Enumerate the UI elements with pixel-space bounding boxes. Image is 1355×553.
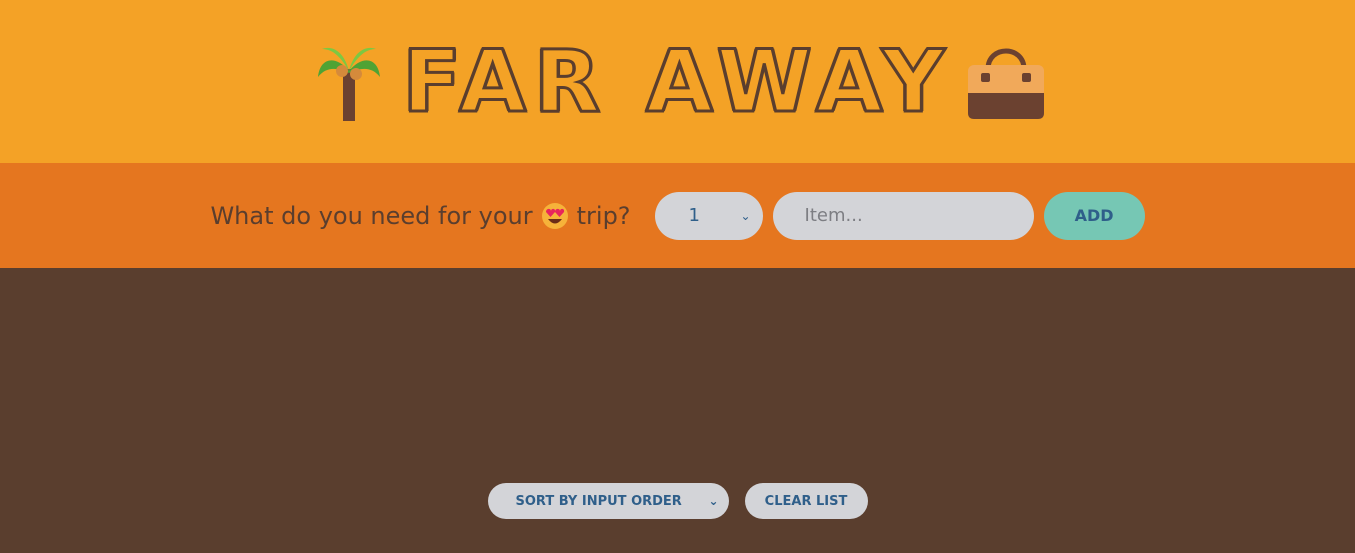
sort-select[interactable]: SORT BY INPUT ORDER ⌄: [487, 483, 729, 519]
clear-list-button[interactable]: CLEAR LIST: [744, 483, 868, 519]
packing-list: [0, 268, 1355, 468]
add-button[interactable]: ADD: [1043, 191, 1145, 240]
quantity-value: 1: [688, 205, 700, 226]
app-title: FAR AWAY: [401, 31, 953, 132]
question-suffix: trip?: [576, 201, 631, 230]
form-question: What do you need for your trip?: [210, 202, 630, 230]
sort-value: SORT BY INPUT ORDER: [515, 493, 682, 509]
add-item-form: What do you need for your trip? 1 ⌄ ADD: [0, 163, 1355, 268]
question-prefix: What do you need for your: [210, 201, 533, 230]
item-input[interactable]: [772, 191, 1034, 240]
list-actions: SORT BY INPUT ORDER ⌄ CLEAR LIST: [0, 483, 1355, 519]
heart-eyes-icon: [541, 202, 569, 230]
handbag-icon: [966, 37, 1046, 127]
app-header: FAR AWAY: [0, 0, 1355, 163]
chevron-down-icon: ⌄: [740, 208, 751, 223]
quantity-select[interactable]: 1 ⌄: [654, 191, 763, 240]
chevron-down-icon: ⌄: [708, 494, 719, 508]
palm-tree-icon: [309, 37, 389, 127]
